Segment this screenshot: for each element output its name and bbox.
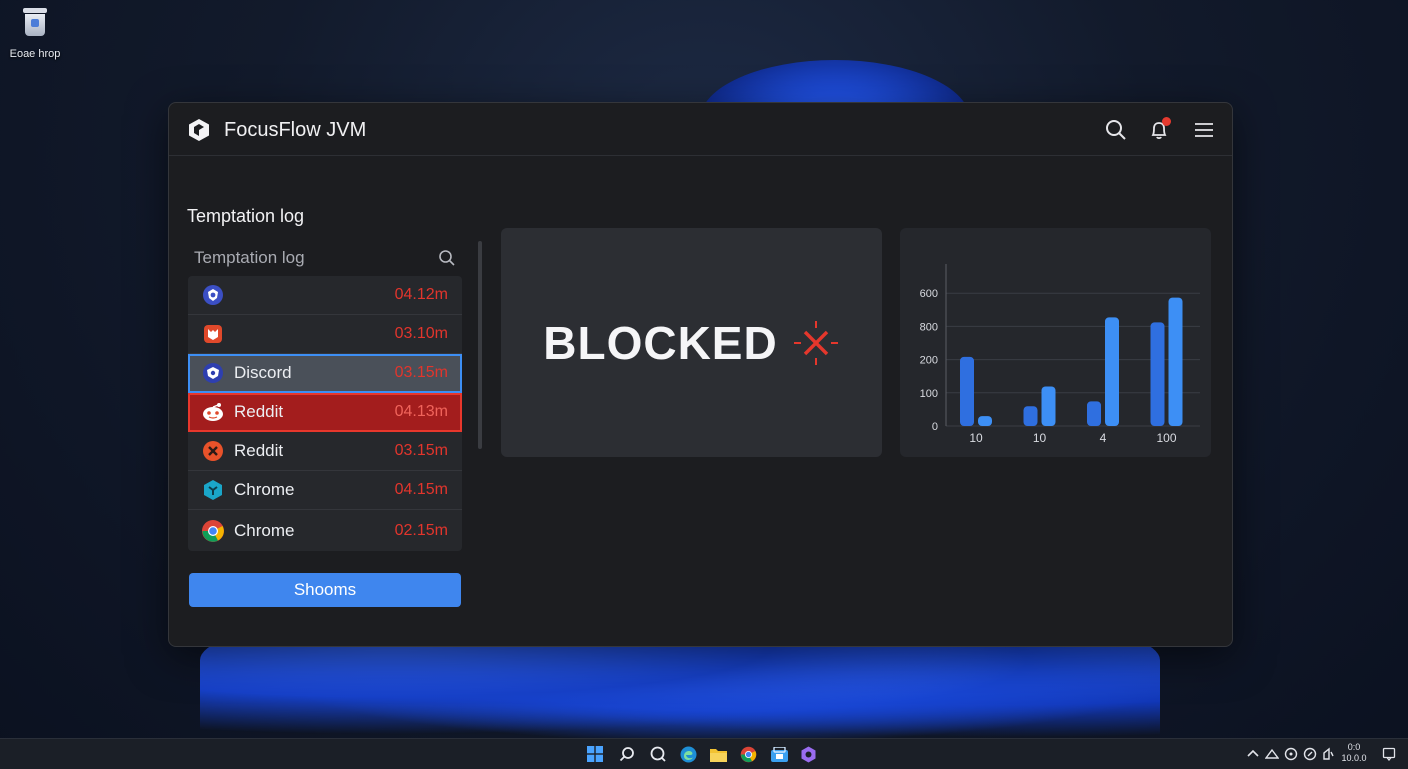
- notifications-button[interactable]: [1146, 117, 1172, 143]
- chart-y-tick-label: 0: [932, 421, 938, 433]
- chevron-up-icon[interactable]: [1246, 747, 1260, 761]
- log-row-time: 04.13m: [394, 403, 448, 420]
- chart-bar: [1087, 401, 1101, 426]
- clock-date: 10.0.0: [1341, 753, 1367, 763]
- shield-app-icon: [201, 283, 225, 307]
- reddit-icon: [201, 400, 225, 424]
- chrome-icon: [201, 519, 225, 543]
- taskbar-app-button[interactable]: [799, 745, 817, 763]
- store-icon: [770, 746, 788, 762]
- title-bar: FocusFlow JVM: [169, 103, 1232, 156]
- log-row-time: 03.15m: [394, 442, 448, 459]
- battery-icon[interactable]: [1321, 747, 1335, 761]
- windows-start-icon: [587, 746, 603, 762]
- network-icon[interactable]: [1265, 747, 1279, 761]
- log-row-name: Chrome: [234, 480, 295, 499]
- log-row-time: 03.15m: [394, 364, 448, 381]
- desktop-shortcut[interactable]: Eoae hrop: [4, 6, 66, 60]
- chrome-icon: [740, 746, 756, 762]
- log-search-input[interactable]: [188, 243, 462, 273]
- taskbar-chat-button[interactable]: [649, 745, 667, 763]
- app-title: FocusFlow JVM: [224, 119, 367, 141]
- log-row-name: Reddit: [234, 402, 284, 421]
- edge-browser-icon: [680, 746, 696, 762]
- log-row-time: 02.15m: [394, 521, 448, 539]
- search-icon: [619, 747, 634, 762]
- hamburger-menu-icon: [1195, 123, 1213, 137]
- log-row[interactable]: Chrome 04.15m: [188, 471, 462, 510]
- log-row[interactable]: Chrome 02.15m: [188, 510, 462, 551]
- log-row-selected[interactable]: Discord 03.15m: [188, 354, 462, 393]
- start-button[interactable]: [586, 745, 604, 763]
- blocked-x-icon: [793, 320, 838, 365]
- log-row-time: 04.15m: [394, 481, 448, 498]
- search-icon[interactable]: [438, 249, 456, 267]
- blocked-label: BLOCKED: [543, 316, 778, 369]
- taskbar-edge-button[interactable]: [679, 745, 697, 763]
- discord-icon: [201, 361, 225, 385]
- taskbar: 0:0 10.0.0: [0, 738, 1408, 769]
- chart-x-tick-label: 4: [1100, 431, 1107, 445]
- taskbar-explorer-button[interactable]: [709, 745, 727, 763]
- chart-y-tick-label: 100: [920, 388, 938, 400]
- app-logo-icon: [189, 119, 209, 141]
- usage-chart-card: 0 100 200 800 600 10 10 4 100: [900, 228, 1211, 457]
- chart-bar: [1150, 322, 1165, 426]
- hex-app-icon: [201, 478, 225, 502]
- chart-y-tick-label: 800: [920, 321, 938, 333]
- log-row-name: Reddit: [234, 441, 284, 460]
- taskbar-search-button[interactable]: [618, 745, 636, 763]
- chat-icon: [650, 746, 666, 762]
- desktop-shortcut-label: Eoae hrop: [9, 48, 61, 60]
- temptation-log-panel: 04.12m 03.10m Discord 03.15m R: [188, 243, 462, 551]
- gear-app-icon: [801, 746, 815, 762]
- log-row-danger[interactable]: Reddit 04.13m: [188, 393, 462, 432]
- chart-bar: [978, 416, 992, 426]
- app-window: FocusFlow JVM Temptation log Temptation …: [168, 102, 1233, 647]
- taskbar-chrome-button[interactable]: [739, 745, 757, 763]
- recycle-bin-icon: [21, 6, 49, 38]
- chart-x-tick-label: 10: [1033, 431, 1047, 445]
- primary-action-button[interactable]: Shooms: [189, 573, 461, 607]
- chart-bar: [960, 356, 974, 426]
- wifi-icon[interactable]: [1284, 747, 1298, 761]
- log-scrollbar[interactable]: [478, 241, 482, 449]
- log-row[interactable]: Reddit 03.15m: [188, 432, 462, 471]
- folder-icon: [709, 748, 727, 762]
- usage-bar-chart: 0 100 200 800 600 10 10 4 100: [920, 264, 1200, 445]
- chart-bar: [1105, 317, 1119, 426]
- taskbar-clock[interactable]: 0:0 10.0.0: [1337, 742, 1371, 764]
- blocked-status-card: BLOCKED: [501, 228, 882, 457]
- notification-center-icon[interactable]: [1382, 747, 1396, 761]
- red-app-icon: [201, 322, 225, 346]
- clock-time: 0:0: [1347, 742, 1361, 752]
- chart-x-tick-label: 100: [1156, 431, 1176, 445]
- section-heading: Temptation log: [187, 206, 305, 226]
- log-search: [188, 243, 462, 273]
- log-row[interactable]: 03.10m: [188, 315, 462, 354]
- close-circle-icon: [201, 439, 225, 463]
- search-button[interactable]: [1103, 117, 1129, 143]
- taskbar-store-button[interactable]: [770, 745, 788, 763]
- log-row-time: 04.12m: [394, 286, 448, 303]
- chart-bar: [1023, 406, 1038, 426]
- menu-button[interactable]: [1191, 117, 1217, 143]
- chart-y-tick-label: 200: [920, 355, 938, 367]
- search-icon: [1106, 120, 1126, 140]
- log-row[interactable]: 04.12m: [188, 276, 462, 315]
- log-row-name: Discord: [234, 363, 292, 382]
- volume-icon[interactable]: [1303, 747, 1317, 761]
- chart-bar: [1168, 297, 1183, 426]
- chart-x-tick-label: 10: [969, 431, 983, 445]
- notification-badge: [1162, 117, 1171, 126]
- chart-bar: [1041, 386, 1056, 426]
- log-row-time: 03.10m: [394, 325, 448, 342]
- chart-y-tick-label: 600: [920, 288, 938, 300]
- temptation-log-list: 04.12m 03.10m Discord 03.15m Reddit 04.1…: [188, 276, 462, 551]
- log-row-name: Chrome: [234, 520, 295, 540]
